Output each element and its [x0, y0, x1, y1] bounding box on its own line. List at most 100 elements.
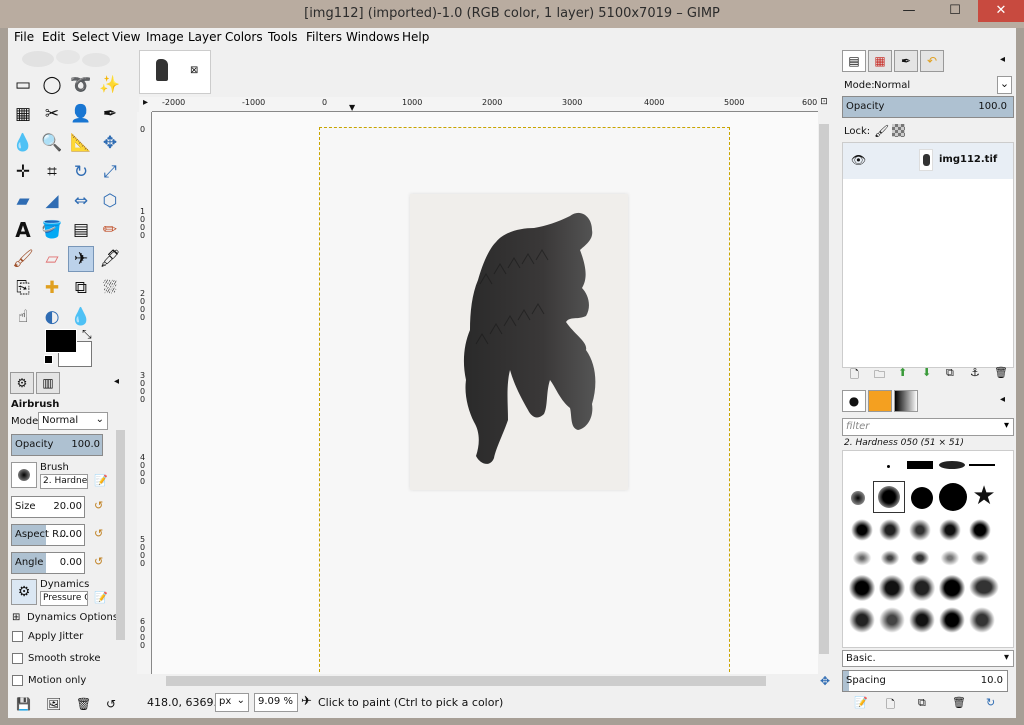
expand-icon[interactable]: ⊞ [12, 612, 20, 623]
duplicate-layer-icon[interactable]: ⧉ [946, 366, 954, 380]
perspective-clone-icon[interactable]: ⧉ [68, 275, 94, 301]
edit-brush-icon[interactable]: 📝 [854, 696, 868, 709]
edit-brush-icon[interactable]: 📝 [94, 474, 108, 487]
convolve-icon[interactable]: ⛆ [97, 275, 123, 301]
perspective-icon[interactable]: ◢ [39, 188, 65, 214]
brush-item[interactable] [849, 607, 875, 633]
aspect-ratio-slider[interactable]: Aspect R... 0.00 [11, 524, 85, 546]
swap-colors-icon[interactable]: ⤡ [82, 327, 92, 342]
spacing-slider[interactable]: Spacing 10.0 [842, 670, 1008, 692]
zoom-select[interactable]: 9.09 % [254, 693, 298, 712]
delete-brush-icon[interactable]: 🗑 [952, 696, 966, 709]
brush-item[interactable] [907, 461, 933, 469]
lower-layer-icon[interactable]: ⬇ [922, 366, 931, 379]
reset-aspect-icon[interactable]: ↺ [94, 527, 103, 540]
free-select-icon[interactable]: ➰ [68, 72, 94, 98]
blend-icon[interactable]: ▤ [68, 217, 94, 243]
brush-item[interactable] [849, 575, 875, 601]
ink-icon[interactable]: 🖋 [97, 246, 123, 272]
brush-item[interactable] [969, 519, 991, 541]
size-slider[interactable]: Size 20.00 [11, 496, 85, 518]
paintbrush-icon[interactable]: 🖌 [10, 246, 36, 272]
brush-item[interactable] [969, 549, 991, 567]
scale-icon[interactable]: ⤢ [97, 159, 123, 185]
lock-alpha-icon[interactable] [892, 124, 905, 137]
maximize-button[interactable]: ☐ [932, 0, 978, 22]
menu-file[interactable]: File [14, 30, 34, 44]
cage-transform-icon[interactable]: ⬡ [97, 188, 123, 214]
layer-opacity-slider[interactable]: Opacity 100.0 [842, 96, 1014, 118]
panel-menu-icon[interactable]: ◂ [1000, 394, 1005, 405]
brush-item[interactable] [939, 483, 967, 511]
brush-filter-input[interactable]: filter ▾ [842, 418, 1014, 436]
text-tool-icon[interactable]: A [10, 217, 36, 243]
dynamics-field[interactable]: Pressure Opacity [40, 591, 88, 606]
rotate-icon[interactable]: ↻ [68, 159, 94, 185]
reset-angle-icon[interactable]: ↺ [94, 555, 103, 568]
channels-tab[interactable]: ▦ [868, 50, 892, 72]
menu-windows[interactable]: Windows [346, 30, 400, 44]
airbrush-icon[interactable]: ✈ [68, 246, 94, 272]
align-icon[interactable]: ✛ [10, 159, 36, 185]
brush-name-field[interactable]: 2. Hardness 050 [40, 474, 88, 489]
brush-item-selected[interactable] [873, 481, 905, 513]
brush-item[interactable] [879, 575, 905, 601]
horizontal-scroll-thumb[interactable] [166, 676, 766, 686]
gradients-tab[interactable] [894, 390, 918, 412]
new-layer-icon[interactable]: 🗋 [850, 366, 859, 385]
brush-item[interactable] [851, 549, 873, 567]
brush-item[interactable] [909, 549, 931, 567]
brush-item[interactable] [887, 465, 890, 468]
brush-item[interactable] [879, 519, 901, 541]
brush-star-icon[interactable]: ★ [969, 481, 999, 511]
minimize-button[interactable]: — [886, 0, 932, 22]
vertical-scroll-thumb[interactable] [819, 124, 829, 654]
brush-item[interactable] [851, 491, 865, 505]
smudge-icon[interactable]: ☝ [10, 304, 36, 330]
dodge-burn-icon[interactable]: ◐ [39, 304, 65, 330]
brush-item[interactable] [909, 575, 935, 601]
brush-item[interactable] [969, 575, 999, 599]
refresh-brushes-icon[interactable]: ↻ [986, 696, 995, 709]
brush-grid[interactable]: ★ [842, 450, 1014, 648]
brush-item[interactable] [969, 607, 995, 633]
navigate-icon[interactable]: ✥ [818, 674, 832, 688]
measure-icon[interactable]: 📐 [68, 130, 94, 156]
brush-item[interactable] [909, 607, 935, 633]
reset-size-icon[interactable]: ↺ [94, 499, 103, 512]
tool-options-tab[interactable]: ⚙ [10, 372, 34, 394]
image-tab[interactable]: ⊠ [139, 50, 211, 94]
raise-layer-icon[interactable]: ⬆ [898, 366, 907, 379]
clone-icon[interactable]: ⎘ [10, 275, 36, 301]
angle-slider[interactable]: Angle 0.00 [11, 552, 85, 574]
image-canvas[interactable] [152, 112, 818, 674]
undo-history-tab[interactable]: ↶ [920, 50, 944, 72]
eye-icon[interactable]: 👁 [851, 153, 866, 167]
brush-item[interactable] [911, 487, 933, 509]
pencil-icon[interactable]: ✏ [97, 217, 123, 243]
restore-options-icon[interactable]: 🖼 [46, 697, 61, 711]
dynamics-icon[interactable]: ⚙ [11, 579, 37, 605]
brush-preset-select[interactable]: Basic. ▾ [842, 650, 1014, 667]
paths-tab[interactable]: ✒ [894, 50, 918, 72]
fuzzy-select-icon[interactable]: ✨ [97, 72, 123, 98]
menu-select[interactable]: Select [72, 30, 109, 44]
new-brush-icon[interactable]: 🗋 [886, 696, 895, 715]
heal-icon[interactable]: ✚ [39, 275, 65, 301]
layers-tab[interactable]: ▤ [842, 50, 866, 72]
dynamics-options-label[interactable]: Dynamics Options [27, 612, 118, 623]
mode-select[interactable]: Normal ⌄ [38, 412, 108, 430]
chevron-down-icon[interactable]: ⌄ [997, 76, 1012, 94]
menu-layer[interactable]: Layer [188, 30, 221, 44]
layer-row[interactable]: 👁 img112.tif [843, 143, 1013, 179]
color-picker-icon[interactable]: 💧 [10, 130, 36, 156]
panel-menu-icon[interactable]: ◂ [1000, 54, 1005, 65]
reset-options-icon[interactable]: ↺ [106, 697, 116, 711]
quick-mask-corner-icon[interactable]: ▸ [139, 97, 152, 112]
foreground-select-icon[interactable]: 👤 [68, 101, 94, 127]
patterns-tab[interactable] [868, 390, 892, 412]
smooth-stroke-checkbox[interactable] [12, 653, 23, 664]
menu-view[interactable]: View [112, 30, 140, 44]
foreground-color-swatch[interactable] [45, 329, 77, 353]
shear-icon[interactable]: ▰ [10, 188, 36, 214]
